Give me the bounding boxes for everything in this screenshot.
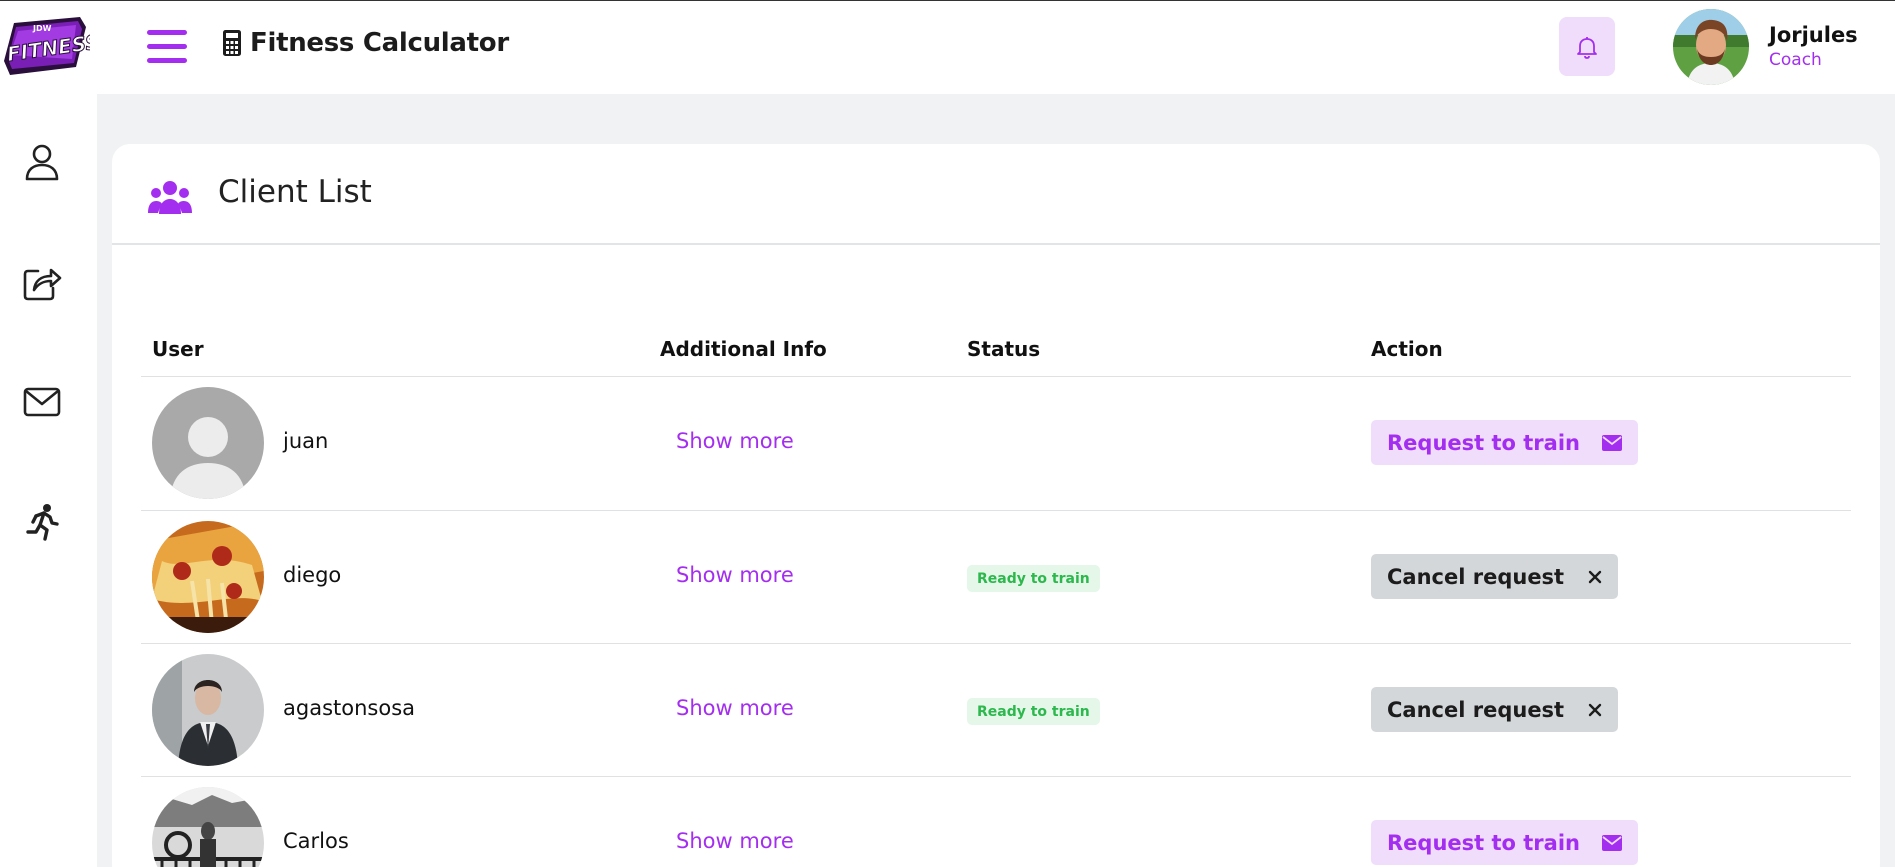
workout-nav-item[interactable] <box>20 500 64 544</box>
svg-text:JDW: JDW <box>32 24 52 33</box>
button-label: Request to train <box>1387 430 1580 455</box>
request-to-train-button[interactable]: Request to train <box>1371 820 1638 865</box>
client-name: diego <box>283 563 342 587</box>
profile-nav-item[interactable] <box>20 140 64 184</box>
show-more-link[interactable]: Show more <box>676 829 794 853</box>
envelope-icon <box>1601 434 1622 451</box>
client-name: agastonsosa <box>283 696 415 720</box>
client-avatar <box>152 654 264 766</box>
notifications-button[interactable] <box>1559 17 1615 76</box>
client-list-card: Client List User Additional Info Status … <box>112 144 1880 867</box>
card-title: Client List <box>218 174 372 210</box>
running-icon <box>26 504 59 541</box>
show-more-link[interactable]: Show more <box>676 563 794 587</box>
column-header-action: Action <box>1371 337 1443 361</box>
button-label: Cancel request <box>1387 564 1565 589</box>
card-header: Client List <box>112 144 1880 245</box>
bell-icon <box>1577 36 1597 59</box>
hamburger-line <box>147 58 187 63</box>
button-label: Cancel request <box>1387 697 1565 722</box>
cancel-request-button[interactable]: Cancel request <box>1371 554 1619 599</box>
status-badge: Ready to train <box>967 565 1100 592</box>
user-icon <box>25 144 59 181</box>
hamburger-line <box>147 44 187 49</box>
button-label: Request to train <box>1387 830 1580 855</box>
user-avatar[interactable] <box>1673 9 1749 85</box>
request-to-train-button[interactable]: Request to train <box>1371 420 1638 465</box>
column-header-user: User <box>152 337 204 361</box>
share-icon <box>23 268 62 301</box>
close-icon <box>1588 703 1602 716</box>
table-row: juan Show more Request to train <box>141 377 1851 510</box>
mail-icon <box>23 387 61 417</box>
table-row: diego Show more Ready to train Cancel re… <box>141 511 1851 644</box>
share-nav-item[interactable] <box>20 260 64 304</box>
menu-toggle-button[interactable] <box>147 30 187 64</box>
brand-logo[interactable]: JDW FITNESS <box>0 11 102 81</box>
user-name: Jorjules <box>1769 23 1858 47</box>
users-group-icon <box>148 181 192 214</box>
status-badge: Ready to train <box>967 698 1100 725</box>
client-avatar <box>152 787 264 867</box>
user-role: Coach <box>1769 50 1822 70</box>
show-more-link[interactable]: Show more <box>676 429 794 453</box>
client-avatar <box>152 387 264 499</box>
column-header-additional-info: Additional Info <box>660 337 827 361</box>
table-row: Carlos Show more Request to train <box>141 777 1851 867</box>
table-row: agastonsosa Show more Ready to train Can… <box>141 644 1851 777</box>
client-name: juan <box>283 429 329 453</box>
hamburger-line <box>147 30 187 35</box>
envelope-icon <box>1601 834 1622 851</box>
close-icon <box>1588 570 1602 583</box>
sidebar: JDW FITNESS <box>0 1 102 867</box>
top-header: Fitness Calculator Jorjules Coach <box>97 1 1895 94</box>
show-more-link[interactable]: Show more <box>676 696 794 720</box>
calculator-icon <box>223 30 241 56</box>
app-title: Fitness Calculator <box>250 28 509 58</box>
client-name: Carlos <box>283 829 349 853</box>
cancel-request-button[interactable]: Cancel request <box>1371 687 1619 732</box>
messages-nav-item[interactable] <box>20 380 64 424</box>
client-avatar <box>152 521 264 633</box>
column-header-status: Status <box>967 337 1041 361</box>
app-title-group: Fitness Calculator <box>222 25 509 61</box>
